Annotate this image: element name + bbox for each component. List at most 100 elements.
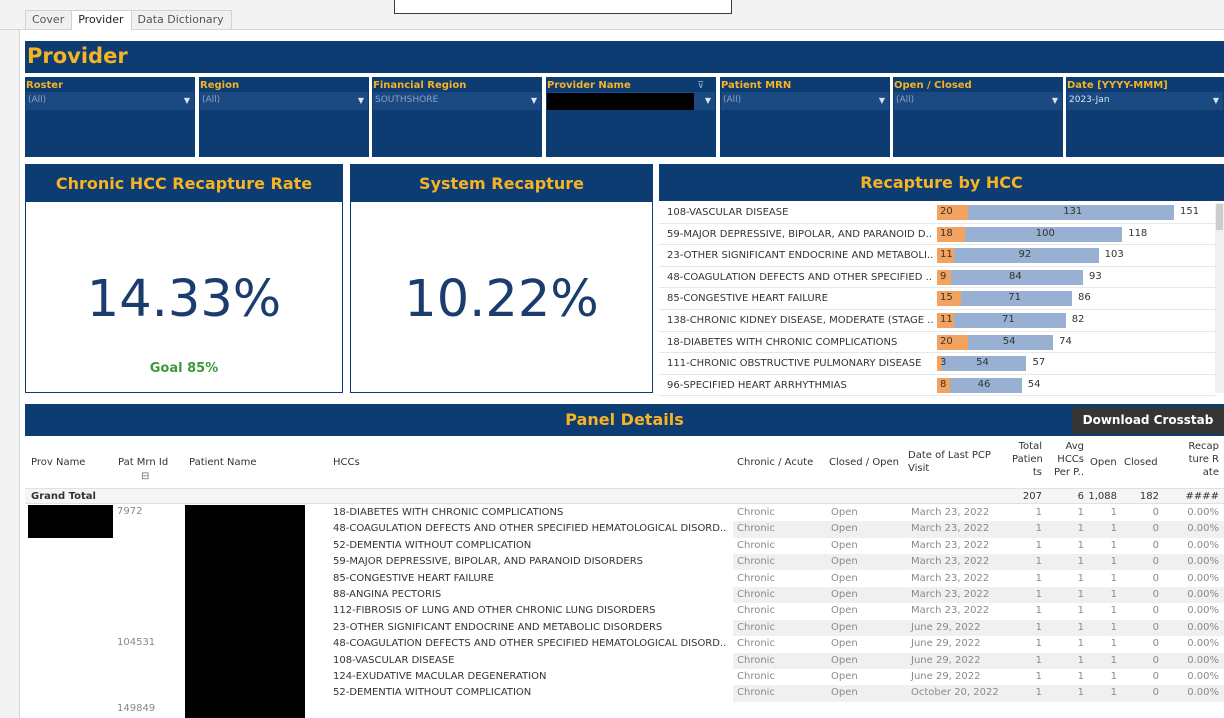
hcc-bar-row[interactable]: 96-SPECIFIED HEART ARRHYTHMIAS 8 46 54 <box>659 375 1217 397</box>
table-row[interactable]: 108-VASCULAR DISEASE Chronic Open June 29, … <box>25 653 1224 669</box>
hcc-scrollbar-thumb[interactable] <box>1216 204 1223 230</box>
col-chronic-acute[interactable]: Chronic / Acute <box>737 457 813 468</box>
filter-clear-icon[interactable]: ⊽ <box>697 81 704 91</box>
roster-select[interactable]: (All) ▼ <box>26 92 194 110</box>
patient-mrn-select[interactable]: (All) ▼ <box>721 92 889 110</box>
recapture-rate-cell: 0.00% <box>1187 605 1219 617</box>
col-total-patients[interactable]: Total <box>1012 441 1042 452</box>
filter-label-roster: Roster <box>26 80 64 91</box>
closed-cell: 0 <box>1152 671 1159 682</box>
table-row[interactable]: 52-DEMENTIA WITHOUT COMPLICATION Chronic O… <box>25 685 1224 701</box>
col-prov-name[interactable]: Prov Name <box>31 457 85 468</box>
total-patients-cell: 1 <box>1035 523 1042 535</box>
open-cell: 1 <box>1110 605 1117 617</box>
col-total-patients-2: Patien <box>1012 454 1043 465</box>
col-date-last-pcp[interactable]: Date of Last PCP <box>908 450 991 461</box>
col-closed-open[interactable]: Closed / Open <box>829 457 899 468</box>
table-row[interactable]: 85-CONGESTIVE HEART FAILURE Chronic Open Ma… <box>25 571 1224 587</box>
table-row[interactable]: 112-FIBROSIS OF LUNG AND OTHER CHRONIC L… <box>25 603 1224 619</box>
hcc-bar-label: 48-COAGULATION DEFECTS AND OTHER SPECIFI… <box>667 271 932 283</box>
hcc-bar-closed-value: 11 <box>940 249 953 261</box>
open-cell: 1 <box>1110 621 1117 633</box>
chronic-acute-cell: Chronic <box>737 572 775 584</box>
hcc-bar-total-value: 54 <box>1027 378 1041 390</box>
region-select[interactable]: (All) ▼ <box>200 92 368 110</box>
avg-hccs-cell: 1 <box>1077 621 1084 633</box>
closed-open-cell: Open <box>831 539 858 551</box>
grand-total-patients: 207 <box>1022 491 1042 502</box>
chevron-down-icon: ▼ <box>1051 96 1058 105</box>
col-pat-mrn-id[interactable]: Pat Mrn Id <box>118 457 168 468</box>
hcc-bar-row[interactable]: 18-DIABETES WITH CHRONIC COMPLICATIONS 20… <box>659 332 1217 354</box>
hcc-bar-row[interactable]: 138-CHRONIC KIDNEY DISEASE, MODERATE (ST… <box>659 310 1217 332</box>
hcc-cell: 48-COAGULATION DEFECTS AND OTHER SPECIFI… <box>333 523 727 535</box>
hcc-bar-row[interactable]: 48-COAGULATION DEFECTS AND OTHER SPECIFI… <box>659 267 1217 289</box>
date-value: 2023-Jan <box>1069 95 1110 105</box>
date-select[interactable]: 2023-Jan ▼ <box>1067 92 1223 110</box>
recapture-rate-cell: 0.00% <box>1187 556 1219 568</box>
hcc-bar-label: 59-MAJOR DEPRESSIVE, BIPOLAR, AND PARANO… <box>667 228 932 240</box>
filter-label-financial-region: Financial Region <box>373 80 467 91</box>
filter-label-patient-mrn: Patient MRN <box>721 80 792 91</box>
hcc-cell: 85-CONGESTIVE HEART FAILURE <box>333 572 494 584</box>
open-cell: 1 <box>1110 523 1117 535</box>
closed-cell: 0 <box>1152 621 1159 633</box>
col-open[interactable]: Open <box>1090 457 1117 468</box>
region-value: (All) <box>202 95 221 105</box>
hcc-bar-row[interactable]: 111-CHRONIC OBSTRUCTIVE PULMONARY DISEAS… <box>659 353 1217 375</box>
total-patients-cell: 1 <box>1035 687 1042 699</box>
chevron-down-icon: ▼ <box>878 96 885 105</box>
collapse-icon[interactable]: ⊟ <box>141 471 149 482</box>
hcc-scrollbar[interactable] <box>1215 203 1224 393</box>
hcc-cell: 52-DEMENTIA WITHOUT COMPLICATION <box>333 687 532 699</box>
open-cell: 1 <box>1110 638 1117 650</box>
table-row[interactable]: 48-COAGULATION DEFECTS AND OTHER SPECIFI… <box>25 636 1224 652</box>
chronic-acute-cell: Chronic <box>737 605 775 617</box>
last-pcp-date-cell: October 20, 2022 <box>911 687 999 699</box>
table-row[interactable]: 48-COAGULATION DEFECTS AND OTHER SPECIFI… <box>25 521 1224 537</box>
hcc-bar-row[interactable]: 85-CONGESTIVE HEART FAILURE 15 71 86 <box>659 288 1217 310</box>
table-row[interactable]: 124-EXUDATIVE MACULAR DEGENERATION Chroni… <box>25 669 1224 685</box>
col-patient-name[interactable]: Patient Name <box>189 457 257 468</box>
recapture-rate-cell: 0.00% <box>1187 638 1219 650</box>
table-row[interactable]: 88-ANGINA PECTORIS Chronic Open March 23, 2… <box>25 587 1224 603</box>
chronic-recapture-card: Chronic HCC Recapture Rate 14.33% Goal 8… <box>25 164 343 393</box>
patient-mrn-value: (All) <box>723 95 742 105</box>
filter-label-region: Region <box>200 80 240 91</box>
hcc-bar-closed-value: 9 <box>940 270 947 282</box>
closed-open-cell: Open <box>831 556 858 568</box>
hcc-bar-closed-value: 15 <box>940 292 953 304</box>
table-row[interactable]: 52-DEMENTIA WITHOUT COMPLICATION Chronic O… <box>25 538 1224 554</box>
open-closed-select[interactable]: (All) ▼ <box>894 92 1062 110</box>
tab-cover[interactable]: Cover <box>25 10 73 29</box>
table-row[interactable]: 23-OTHER SIGNIFICANT ENDOCRINE AND METAB… <box>25 620 1224 636</box>
financial-region-value: SOUTHSHORE <box>375 95 439 105</box>
col-closed[interactable]: Closed <box>1124 457 1158 468</box>
hcc-cell: 18-DIABETES WITH CHRONIC COMPLICATIONS <box>333 507 564 518</box>
table-row[interactable]: 18-DIABETES WITH CHRONIC COMPLICATIONS Ch… <box>25 505 1224 521</box>
table-row[interactable]: 59-MAJOR DEPRESSIVE, BIPOLAR, AND PARANO… <box>25 554 1224 570</box>
filter-panel: Roster (All) ▼ Region (All) ▼ Financial … <box>25 77 1224 157</box>
tab-data-dictionary[interactable]: Data Dictionary <box>130 10 232 29</box>
download-crosstab-button[interactable]: Download Crosstab <box>1072 407 1224 434</box>
col-avg-hccs-2: HCCs <box>1057 454 1084 465</box>
hcc-bar-row[interactable]: 108-VASCULAR DISEASE 20 131 151 <box>659 202 1217 224</box>
hcc-bar-open-value: 84 <box>1009 270 1022 282</box>
hcc-bar-row[interactable]: 23-OTHER SIGNIFICANT ENDOCRINE AND METAB… <box>659 245 1217 267</box>
open-cell: 1 <box>1110 589 1117 600</box>
page-title: Provider <box>27 44 128 68</box>
chevron-down-icon: ▼ <box>530 96 537 105</box>
col-total-patients-3: ts <box>1032 467 1042 478</box>
closed-cell: 0 <box>1152 687 1159 699</box>
hcc-bar-label: 85-CONGESTIVE HEART FAILURE <box>667 293 828 305</box>
col-avg-hccs[interactable]: Avg <box>1050 441 1084 452</box>
financial-region-select[interactable]: SOUTHSHORE ▼ <box>373 92 541 110</box>
closed-cell: 0 <box>1152 605 1159 617</box>
hcc-bar-row[interactable]: 59-MAJOR DEPRESSIVE, BIPOLAR, AND PARANO… <box>659 224 1217 246</box>
hcc-bar-open-value: 131 <box>1063 206 1083 217</box>
total-patients-cell: 1 <box>1035 671 1042 682</box>
chronic-acute-cell: Chronic <box>737 507 775 518</box>
col-hccs[interactable]: HCCs <box>333 457 360 468</box>
tab-provider[interactable]: Provider <box>71 10 132 30</box>
col-recapture-rate[interactable]: Recap <box>1175 441 1219 452</box>
